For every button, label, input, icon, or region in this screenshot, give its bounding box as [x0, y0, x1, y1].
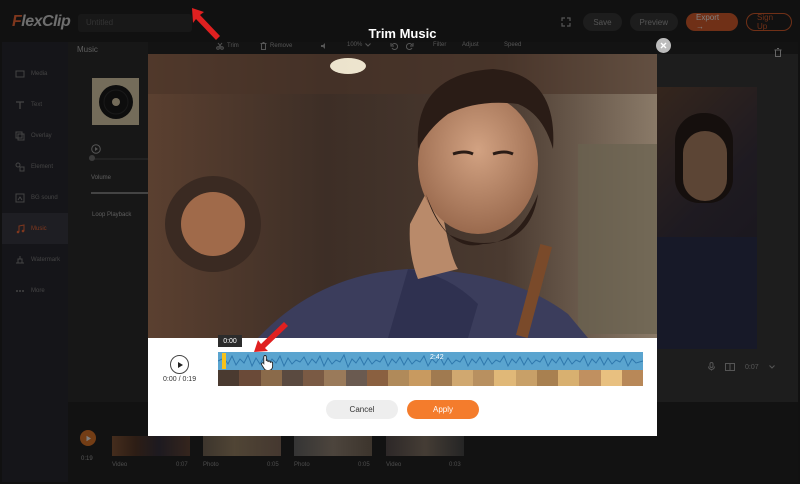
app-window: FlexClip Untitled Save Preview Export → …	[0, 0, 800, 484]
annotation-arrow-icon	[190, 6, 226, 49]
filmstrip-frame	[239, 370, 261, 386]
modal-close-button[interactable]	[656, 38, 671, 53]
video-frame	[148, 54, 657, 338]
trim-play-time: 0:00 / 0:19	[163, 376, 197, 383]
trim-start-handle[interactable]	[222, 353, 226, 369]
close-icon	[660, 42, 667, 49]
filmstrip-frame	[536, 370, 558, 386]
filmstrip-frame	[600, 370, 622, 386]
current-time-tag: 0:00	[218, 335, 242, 347]
filmstrip-frame	[388, 370, 410, 386]
filmstrip-frame	[473, 370, 495, 386]
filmstrip-frame	[345, 370, 367, 386]
filmstrip-frame	[621, 370, 643, 386]
trim-end-time: 2:42	[430, 354, 444, 361]
filmstrip-frame	[409, 370, 431, 386]
filmstrip-frame	[218, 370, 240, 386]
filmstrip-frame	[579, 370, 601, 386]
filmstrip-frame	[303, 370, 325, 386]
filmstrip-frame	[494, 370, 516, 386]
trim-video-preview	[148, 54, 657, 338]
cancel-button[interactable]: Cancel	[326, 400, 398, 419]
filmstrip-frame	[515, 370, 537, 386]
filmstrip-frame	[451, 370, 473, 386]
filmstrip-frame	[430, 370, 452, 386]
play-icon	[177, 361, 183, 368]
filmstrip-frame	[281, 370, 303, 386]
hand-cursor-icon	[260, 354, 274, 375]
filmstrip-frame	[558, 370, 580, 386]
trim-music-dialog: 0:00 0:00 / 0:19 2:42 Cancel Apply	[148, 54, 657, 436]
trim-play-button[interactable]	[170, 355, 189, 374]
filmstrip-frame	[324, 370, 346, 386]
filmstrip-frame	[366, 370, 388, 386]
video-filmstrip	[218, 370, 643, 386]
apply-button[interactable]: Apply	[407, 400, 479, 419]
